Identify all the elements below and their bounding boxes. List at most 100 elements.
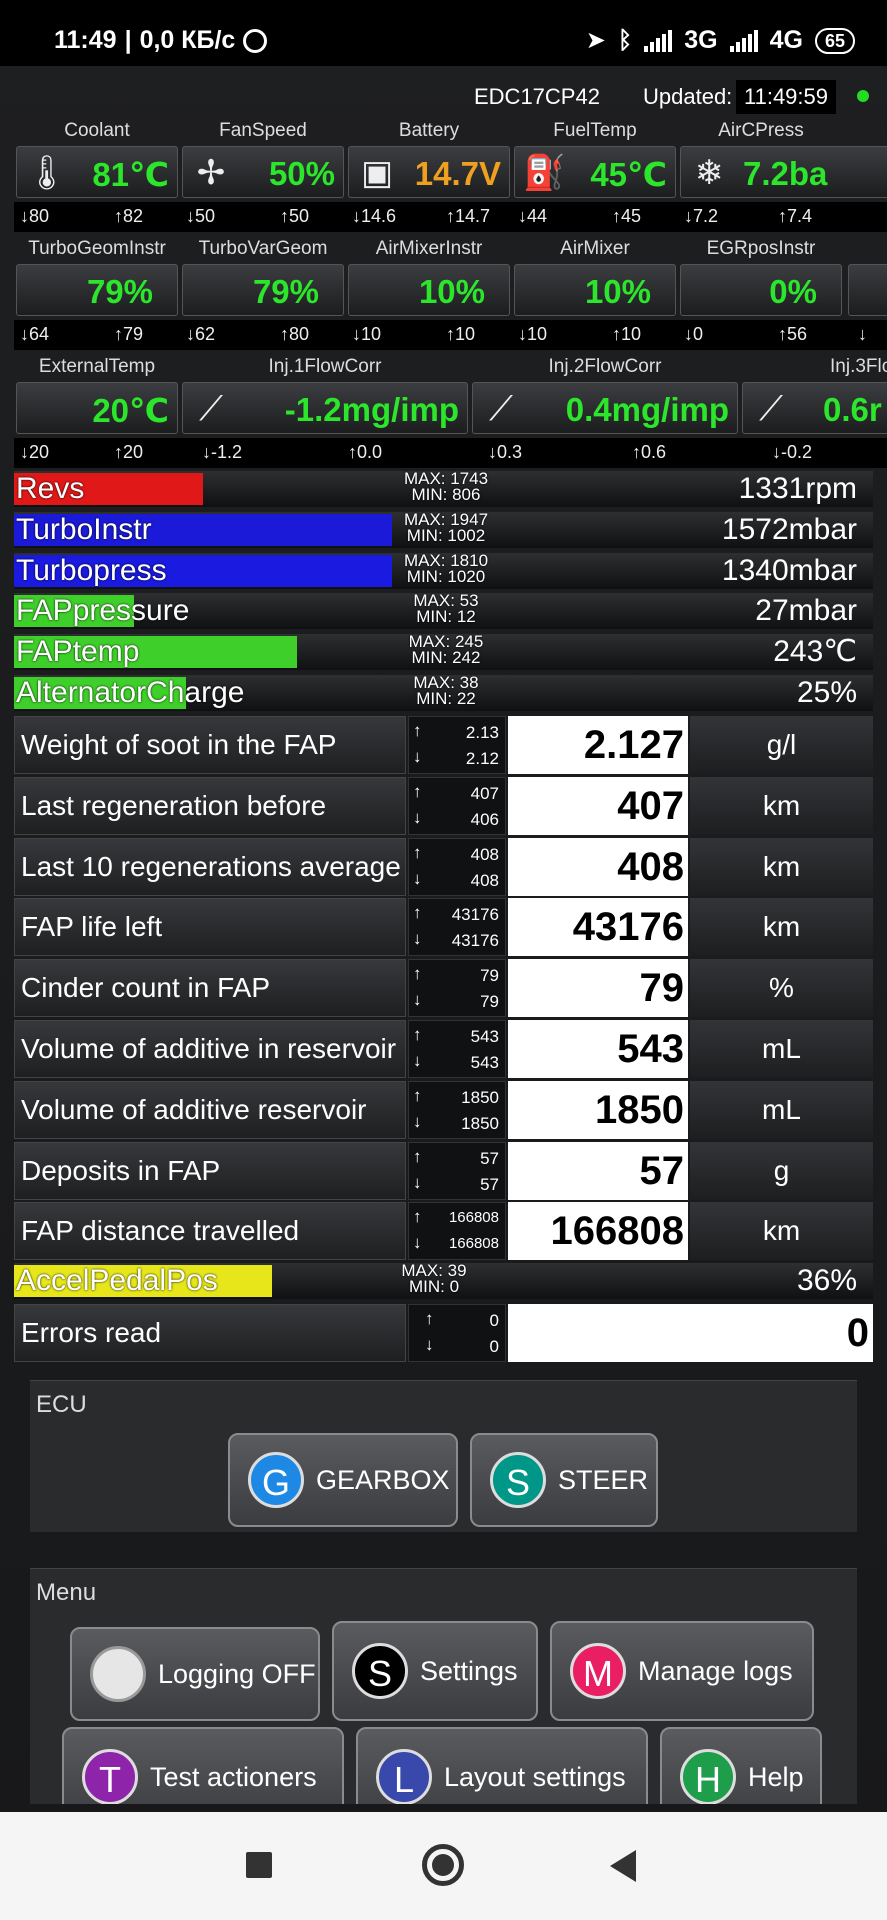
row-minmax: ↑ 408 ↓ 408 — [408, 838, 506, 896]
gauge-label: TurboGeomInstr — [28, 238, 166, 259]
arrow-down-icon: ↓ — [425, 1335, 434, 1354]
steer-button[interactable]: S STEER — [470, 1433, 658, 1527]
help-letter-icon: H — [680, 1749, 736, 1804]
gauge-min: ↓64 — [20, 324, 50, 344]
test-actioners-letter-icon: T — [82, 1749, 138, 1804]
row-minmax: ↑ 0 ↓ 0 — [408, 1304, 506, 1362]
row-value: 166808 — [508, 1202, 688, 1260]
table-row[interactable]: Weight of soot in the FAP ↑ 2.13 ↓ 2.12 2.127… — [14, 716, 873, 774]
signal-icon — [644, 29, 673, 52]
gauge-externaltemp[interactable]: ExternalTemp 20℃ ↓20 ↑20 — [14, 354, 180, 472]
gauge-turbovargeom[interactable]: TurboVarGeom 79% ↓62 ↑80 — [180, 236, 346, 354]
gauge-inj1flowcorr[interactable]: Inj.1FlowCorr ⟋ -1.2mg/imp ↓-1.2 ↑0.0 — [180, 354, 470, 472]
gauge-airmixer[interactable]: AirMixer 10% ↓10 ↑10 — [512, 236, 678, 354]
info-header: EDC17CP42 Updated: 11:49:59 — [0, 78, 887, 114]
signal-icon-2 — [729, 29, 758, 52]
arrow-up-icon: ↑ — [413, 721, 422, 740]
fuel-pump-icon: ⛽ — [523, 154, 566, 192]
row-min: 166808 — [448, 1235, 499, 1252]
bar-revs: Revs MAX: 1743 MIN: 806 1331rpm — [14, 471, 873, 507]
fan-icon: ✢ — [196, 154, 226, 192]
row-min: 406 — [470, 810, 499, 829]
gauge-label: Battery — [398, 120, 460, 141]
arrow-down-icon: ↓ — [413, 1173, 422, 1192]
gearbox-label: GEARBOX — [316, 1464, 450, 1495]
home-icon[interactable] — [422, 1844, 464, 1886]
row-unit: mL — [690, 1020, 873, 1078]
gearbox-button[interactable]: G GEARBOX — [228, 1433, 458, 1527]
gauge-turbogeominstr[interactable]: TurboGeomInstr 79% ↓64 ↑79 — [14, 236, 180, 354]
net-speed: 0,0 КБ/с — [139, 26, 236, 54]
bar-min: MIN: 1002 — [406, 526, 486, 545]
layout-settings-button[interactable]: L Layout settings — [356, 1727, 648, 1804]
row-value: 408 — [508, 838, 688, 896]
gauge-aircpress[interactable]: AirCPress ❄ 7.2ba ↓7.2 ↑7.4 — [678, 118, 887, 236]
row-max: 0 — [489, 1311, 499, 1330]
gauge-min: ↓80 — [20, 206, 50, 226]
bar-value: 1331rpm — [738, 472, 857, 505]
gauge-min: ↓44 — [518, 206, 548, 226]
gauge-fueltemp[interactable]: FuelTemp ⛽ 45℃ ↓44 ↑45 — [512, 118, 678, 236]
gauge-max: ↑56 — [778, 324, 808, 344]
bar-value: 1340mbar — [721, 554, 857, 587]
gauge-egrposinstr[interactable]: EGRposInstr 0% ↓0 ↑56 ↓ — [678, 236, 887, 354]
gauge-inj3flowcorr[interactable]: Inj.3Flo ⟋ 0.6r ↓-0.2 — [740, 354, 887, 472]
gauge-max: ↑50 — [280, 206, 310, 226]
network-type-1: 3G — [684, 26, 718, 54]
logging-button[interactable]: Logging OFF — [70, 1627, 320, 1721]
gauge-max: ↑10 — [612, 324, 642, 344]
gauge-value: 79% — [252, 273, 319, 310]
bar-turboinstr: TurboInstr MAX: 1947 MIN: 1002 1572mbar — [14, 512, 873, 548]
table-row[interactable]: FAP life left ↑ 43176 ↓ 43176 43176 km — [14, 898, 873, 956]
gauge-label: Inj.3Flo — [830, 356, 887, 377]
row-max: 2.13 — [465, 723, 499, 742]
settings-button[interactable]: S Settings — [332, 1621, 538, 1721]
manage-logs-button[interactable]: M Manage logs — [550, 1621, 814, 1721]
gauge-inj2flowcorr[interactable]: Inj.2FlowCorr ⟋ 0.4mg/imp ↓0.3 ↑0.6 — [470, 354, 740, 472]
arrow-up-icon: ↑ — [413, 782, 422, 801]
bar-min: MIN: 242 — [411, 648, 481, 667]
gauge-fanspeed[interactable]: FanSpeed ✢ 50% ↓50 ↑50 — [180, 118, 346, 236]
gauge-airmixerinstr[interactable]: AirMixerInstr 10% ↓10 ↑10 — [346, 236, 512, 354]
clock: 11:49 — [54, 26, 117, 54]
table-row[interactable]: Deposits in FAP ↑ 57 ↓ 57 57 g — [14, 1142, 873, 1200]
table-row[interactable]: Last regeneration before ↑ 407 ↓ 406 407 km — [14, 777, 873, 835]
updated-label: Updated: — [643, 84, 733, 109]
table-row[interactable]: FAP distance travelled ↑ 166808 ↓ 166808 1668… — [14, 1202, 873, 1260]
row-minmax: ↑ 1850 ↓ 1850 — [408, 1081, 506, 1139]
row-label: Last 10 regenerations average — [14, 838, 406, 896]
bar-min: MIN: 0 — [408, 1277, 460, 1296]
gauge-min: ↓0.3 — [488, 442, 523, 462]
row-min: 408 — [470, 871, 499, 890]
back-icon[interactable] — [610, 1850, 636, 1882]
row-label: Last regeneration before — [14, 777, 406, 835]
snowflake-icon: ❄ — [694, 154, 724, 192]
row-label: Errors read — [14, 1304, 406, 1362]
gauge-battery[interactable]: Battery ▣ 14.7V ↓14.6 ↑14.7 — [346, 118, 512, 236]
gauge-row-2: TurboGeomInstr 79% ↓64 ↑79 TurboVarGeom 7… — [14, 236, 887, 354]
help-button[interactable]: H Help — [660, 1727, 822, 1804]
gauge-min: ↓10 — [352, 324, 382, 344]
recents-icon[interactable] — [246, 1852, 272, 1878]
test-actioners-label: Test actioners — [150, 1761, 317, 1792]
errors-row[interactable]: Errors read ↑ 0 ↓ 0 0 — [14, 1304, 873, 1362]
bar-value: 243℃ — [773, 635, 857, 668]
bar-fappressure: FAPpressure MAX: 53 MIN: 12 27mbar — [14, 593, 873, 629]
gauge-value: 10% — [418, 273, 485, 310]
gauge-value: 45℃ — [590, 156, 667, 193]
table-row[interactable]: Volume of additive reservoir ↑ 1850 ↓ 1850 18… — [14, 1081, 873, 1139]
bar-label: AlternatorCharge — [16, 676, 245, 709]
gauge-coolant[interactable]: Coolant 🌡 81℃ ↓80 ↑82 — [14, 118, 180, 236]
test-actioners-button[interactable]: T Test actioners — [62, 1727, 344, 1804]
table-row[interactable]: Cinder count in FAP ↑ 79 ↓ 79 79% — [14, 959, 873, 1017]
injector-icon: ⟋ — [199, 390, 223, 428]
row-label: Weight of soot in the FAP — [14, 716, 406, 774]
gauge-value: 50% — [268, 155, 335, 192]
gauge-value: 10% — [584, 273, 651, 310]
updated-time: 11:49:59 — [736, 80, 837, 114]
table-row[interactable]: Volume of additive in reservoir ↑ 543 ↓ 543 5… — [14, 1020, 873, 1078]
bar-alternatorcharge: AlternatorCharge MAX: 38 MIN: 22 25% — [14, 675, 873, 711]
table-row[interactable]: Last 10 regenerations average ↑ 408 ↓ 408 408… — [14, 838, 873, 896]
row-minmax: ↑ 407 ↓ 406 — [408, 777, 506, 835]
row-max: 407 — [470, 784, 499, 803]
